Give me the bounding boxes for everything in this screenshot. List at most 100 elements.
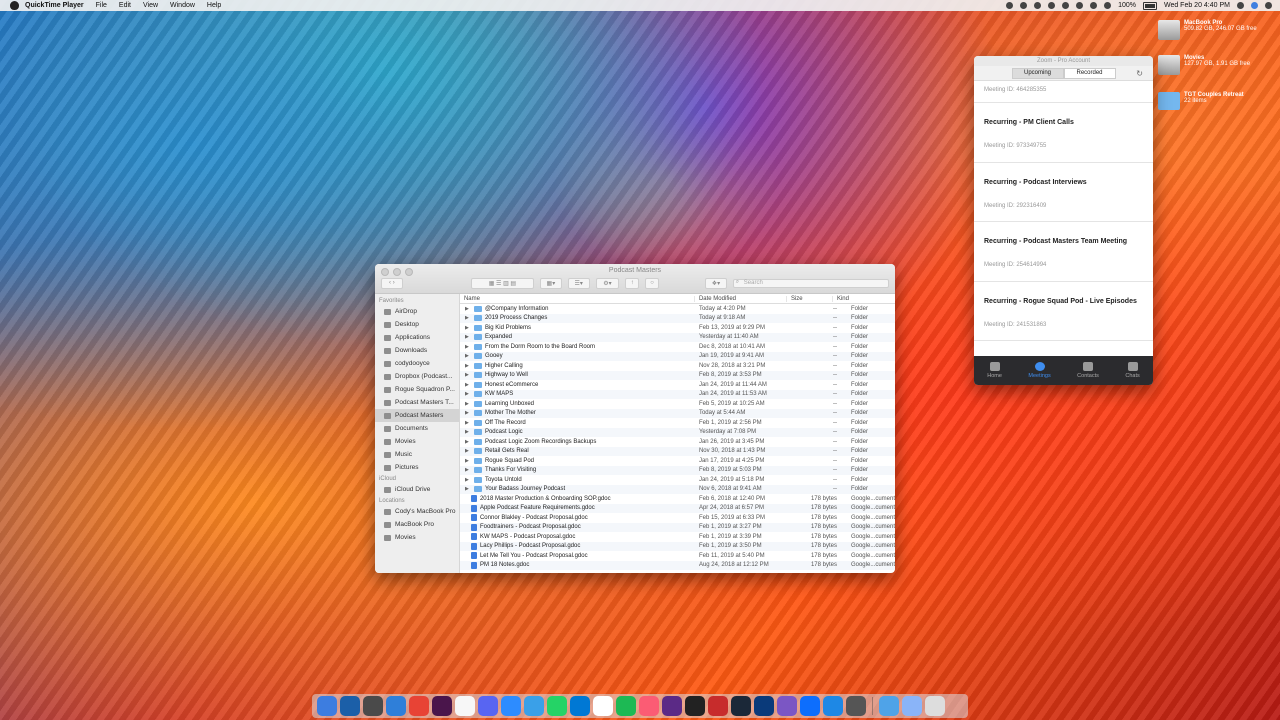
table-row[interactable]: ▶ Podcast Logic Yesterday at 7:08 PM -- Fold… [459,427,895,437]
desktop-icon-movies[interactable]: Movies 127.97 GB, 1.91 GB free [1158,55,1276,75]
back-forward-buttons[interactable]: ‹ › [381,277,403,289]
sidebar-item[interactable]: Desktop [375,318,459,331]
disclosure-triangle-icon[interactable]: ▶ [465,306,471,312]
disclosure-triangle-icon[interactable]: ▶ [465,401,471,407]
sidebar-item[interactable]: Podcast Masters [375,409,459,422]
disclosure-triangle-icon[interactable]: ▶ [465,439,471,445]
sidebar-item[interactable]: codydooyce [375,357,459,370]
disclosure-triangle-icon[interactable]: ▶ [465,334,471,340]
nav-meetings[interactable]: Meetings [1028,362,1051,379]
wifi-icon[interactable] [1090,2,1098,9]
disclosure-triangle-icon[interactable]: ▶ [465,458,471,464]
table-row[interactable]: ▶ Big Kid Problems Feb 13, 2019 at 9:29 PM… [460,323,895,333]
sidebar-item[interactable]: Cody's MacBook Pro [375,505,459,518]
disclosure-triangle-icon[interactable]: ▶ [465,467,471,473]
menu-app-name[interactable]: QuickTime Player [25,2,84,9]
dock-app-icon[interactable] [902,696,922,716]
disclosure-triangle-icon[interactable]: ▶ [465,372,471,378]
disclosure-triangle-icon[interactable]: ▶ [465,429,471,435]
column-name[interactable]: Name [460,295,695,302]
sidebar-item[interactable]: Dropbox (Podcast... [375,370,459,383]
menu-window[interactable]: Window [170,2,195,9]
table-row[interactable]: ▶ KW MAPS Jan 24, 2019 at 11:53 AM -- Folder [459,389,895,399]
dock-app-icon[interactable] [386,696,406,716]
sidebar-item[interactable]: Pictures [375,461,459,474]
table-row[interactable]: ▶ Gooey Jan 19, 2019 at 9:41 AM -- Folder [459,351,895,361]
dock-app-icon[interactable] [685,696,705,716]
table-row[interactable]: Apple Podcast Feature Requirements.gdoc A… [459,503,895,513]
disclosure-triangle-icon[interactable]: ▶ [465,315,471,321]
sidebar-item[interactable]: Movies [375,435,459,448]
record-icon[interactable] [1006,2,1014,9]
sidebar-item[interactable]: Music [375,448,459,461]
column-date[interactable]: Date Modified [695,295,787,302]
table-row[interactable]: KW MAPS - Podcast Proposal.gdoc Feb 1, 20… [460,532,895,542]
menu-clock[interactable]: Wed Feb 20 4:40 PM [1164,2,1230,9]
action-gear-button[interactable]: ⚙▾ [595,277,620,289]
dock-app-icon[interactable] [409,696,429,716]
dropbox-toolbar-button[interactable]: ❖▾ [705,277,727,289]
siri-icon[interactable] [1251,2,1258,9]
volume-icon[interactable] [1104,2,1112,9]
table-row[interactable]: 2018 Master Production & Onboarding SOP.… [460,494,895,504]
table-row[interactable]: ▶ Higher Calling Nov 28, 2018 at 3:21 PM --… [460,361,895,371]
meeting-item[interactable]: Recurring - Rogue Squad Pod - Live Episo… [974,282,1153,341]
dock-app-icon[interactable] [708,696,728,716]
dock-app-icon[interactable] [800,696,820,716]
dock-app-icon[interactable] [662,696,682,716]
disclosure-triangle-icon[interactable]: ▶ [465,410,471,416]
sidebar-item[interactable]: iCloud Drive [375,483,459,496]
column-size[interactable]: Size [787,295,833,302]
menu-edit[interactable]: Edit [119,2,131,9]
zoom-status-icon[interactable] [1020,2,1028,9]
spotlight-icon[interactable] [1237,2,1244,9]
dock-app-icon[interactable] [754,696,774,716]
table-row[interactable]: ▶ Toyota Untold Jan 24, 2019 at 5:18 PM -- F… [460,475,895,485]
dock-app-icon[interactable] [925,696,945,716]
meeting-item[interactable]: Recurring - Podcast Masters Team Meeting… [974,222,1153,282]
notification-center-icon[interactable] [1265,2,1272,9]
disclosure-triangle-icon[interactable]: ▶ [465,325,471,331]
sidebar-item[interactable]: Rogue Squadron P... [375,383,459,396]
arrange-button[interactable]: ☰▾ [567,277,590,289]
meeting-item[interactable]: Recurring - PM Client Calls Meeting ID: 9… [974,103,1153,163]
tab-recorded[interactable]: Recorded [1063,67,1116,79]
sidebar-item[interactable]: MacBook Pro [375,518,459,531]
stop-icon[interactable] [1034,2,1042,9]
disclosure-triangle-icon[interactable]: ▶ [465,477,471,483]
cloud-icon[interactable] [1062,2,1070,9]
dock-app-icon[interactable] [823,696,843,716]
sidebar-item[interactable]: Documents [375,422,459,435]
nav-home[interactable]: Home [987,362,1002,379]
refresh-icon[interactable]: ↻ [1136,69,1143,78]
dock-app-icon[interactable] [570,696,590,716]
table-row[interactable]: ▶ Rogue Squad Pod Jan 17, 2019 at 4:25 PM -… [460,456,895,466]
disclosure-triangle-icon[interactable]: ▶ [465,382,471,388]
view-mode-buttons[interactable]: ▦ ☰ ▥ ▤ [470,277,535,289]
desktop-icon-tgt-couples-retreat[interactable]: TGT Couples Retreat 22 items [1158,92,1276,110]
table-row[interactable]: ▶ Learning Unboxed Feb 5, 2019 at 10:25 AM… [460,399,895,409]
disclosure-triangle-icon[interactable]: ▶ [465,353,471,359]
menu-help[interactable]: Help [207,2,221,9]
menu-file[interactable]: File [96,2,107,9]
dock-app-icon[interactable] [478,696,498,716]
table-row[interactable]: ▶ Highway to Well Feb 8, 2019 at 3:53 PM --… [459,370,895,380]
table-row[interactable]: ▶ 2019 Process Changes Today at 9:18 AM -- F… [459,313,895,323]
dock-app-icon[interactable] [455,696,475,716]
dock-app-icon[interactable] [317,696,337,716]
table-row[interactable]: ▶ Off The Record Feb 1, 2019 at 2:56 PM -- F… [460,418,895,428]
dock-app-icon[interactable] [340,696,360,716]
sidebar-item[interactable]: Movies [375,531,459,544]
apple-icon[interactable] [10,1,19,10]
table-row[interactable]: ▶ Mother The Mother Today at 5:44 AM -- Fold… [459,408,895,418]
disclosure-triangle-icon[interactable]: ▶ [465,363,471,369]
table-row[interactable]: ▶ Honest eCommerce Jan 24, 2019 at 11:44 A… [460,380,895,390]
dock-app-icon[interactable] [524,696,544,716]
table-row[interactable]: ▶ Thanks For Visiting Feb 8, 2019 at 5:03 … [459,465,895,475]
group-button[interactable]: ▦▾ [540,277,562,289]
dock-app-icon[interactable] [363,696,383,716]
column-kind[interactable]: Kind [833,296,895,302]
sidebar-item[interactable]: Downloads [375,344,459,357]
table-row[interactable]: ▶ Expanded Yesterday at 11:40 AM -- Folder [459,332,895,342]
tag-button[interactable]: ○ [645,277,659,289]
